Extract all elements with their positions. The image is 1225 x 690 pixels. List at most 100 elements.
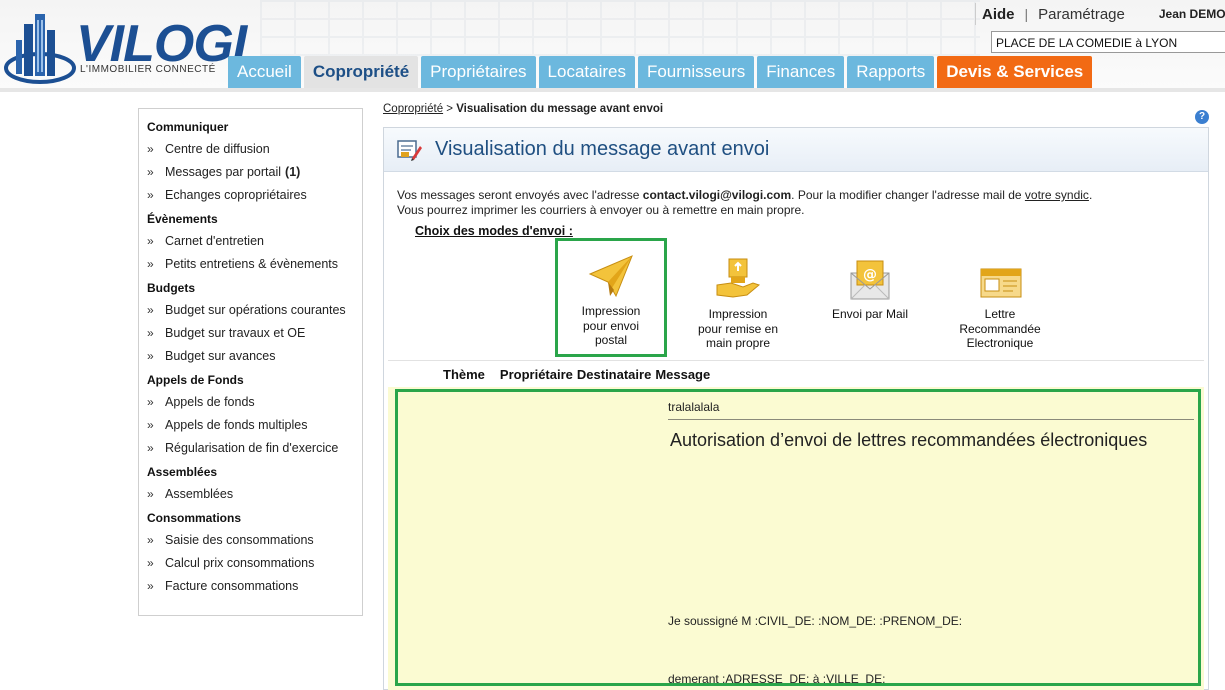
tab-proprietaires[interactable]: Propriétaires bbox=[421, 56, 536, 88]
sidebar-item-carnet-entretien[interactable]: » Carnet d'entretien bbox=[147, 234, 362, 257]
sidebar-item-regularisation[interactable]: » Régularisation de fin d'exercice bbox=[147, 441, 362, 464]
hand-delivery-icon bbox=[716, 258, 761, 298]
column-destinataire[interactable]: Destinataire bbox=[577, 367, 651, 382]
tab-devis-services[interactable]: Devis & Services bbox=[937, 56, 1093, 88]
mode-label-line: main propre bbox=[705, 336, 771, 350]
sidebar-item-saisie-consommations[interactable]: » Saisie des consommations bbox=[147, 533, 362, 556]
sidebar-section-appels-fonds: Appels de Fonds bbox=[147, 373, 244, 387]
sidebar-item-label: Appels de fonds bbox=[165, 395, 255, 409]
top-links-separator: | bbox=[1024, 6, 1029, 22]
sidebar-item-label: Centre de diffusion bbox=[165, 142, 270, 156]
logo-subtitle: L'IMMOBILIER CONNECTÉ bbox=[80, 64, 216, 75]
app-header: VILOGI L'IMMOBILIER CONNECTÉ Aide | Para… bbox=[0, 0, 1225, 92]
main-nav-tabs: Accueil Copropriété Propriétaires Locata… bbox=[228, 56, 1093, 88]
main-panel: Visualisation du message avant envoi Vos… bbox=[383, 127, 1209, 690]
sidebar-item-messages-portail[interactable]: » Messages par portail (1) bbox=[147, 165, 362, 188]
mode-envoi-mail[interactable]: @ Envoi par Mail bbox=[815, 255, 925, 322]
mode-impression-postal[interactable]: Impression pour envoi postal bbox=[555, 238, 667, 357]
sender-email: contact.vilogi@vilogi.com bbox=[642, 188, 792, 202]
tab-rapports[interactable]: Rapports bbox=[847, 56, 935, 88]
chevron-right-icon: » bbox=[147, 142, 154, 156]
sidebar-item-label: Régularisation de fin d'exercice bbox=[165, 441, 339, 455]
vilogi-logo[interactable]: VILOGI L'IMMOBILIER CONNECTÉ bbox=[4, 6, 264, 86]
mode-label-line: postal bbox=[594, 333, 628, 347]
chevron-right-icon: » bbox=[147, 556, 154, 570]
sidebar-item-label: Budget sur avances bbox=[165, 349, 276, 363]
sidebar-item-label: Facture consommations bbox=[165, 579, 299, 593]
sidebar-item-appels-fonds-multiples[interactable]: » Appels de fonds multiples bbox=[147, 418, 362, 441]
message-subject: tralalalala bbox=[668, 400, 720, 414]
message-preview-area: tralalalala Autorisation d’envoi de lett… bbox=[388, 387, 1204, 690]
column-message[interactable]: Message bbox=[655, 367, 710, 382]
intro-text-part: . Pour la modifier changer l'adresse mai… bbox=[791, 188, 1025, 202]
sidebar-section-consommations: Consommations bbox=[147, 511, 242, 525]
sidebar-item-budget-courantes[interactable]: » Budget sur opérations courantes bbox=[147, 303, 362, 326]
sidebar-item-centre-diffusion[interactable]: » Centre de diffusion bbox=[147, 142, 362, 165]
sidebar-item-label: Budget sur travaux et OE bbox=[165, 326, 306, 340]
panel-header: Visualisation du message avant envoi bbox=[384, 128, 1208, 172]
tab-locataires[interactable]: Locataires bbox=[538, 56, 635, 88]
user-name[interactable]: Jean DEMO bbox=[1159, 7, 1225, 21]
mode-label-line: Envoi par Mail bbox=[831, 307, 909, 321]
mode-label-line: pour remise en bbox=[697, 321, 779, 336]
chevron-right-icon: » bbox=[147, 395, 154, 409]
chevron-right-icon: » bbox=[147, 579, 154, 593]
mode-label-line: Impression bbox=[708, 307, 768, 321]
email-envelope-icon: @ bbox=[850, 260, 890, 300]
mode-label-line: Lettre bbox=[984, 307, 1016, 321]
mode-lettre-recommandee[interactable]: Lettre Recommandée Electronique bbox=[945, 255, 1055, 351]
sidebar-item-echanges[interactable]: » Echanges copropriétaires bbox=[147, 188, 362, 211]
tab-finances[interactable]: Finances bbox=[757, 56, 845, 88]
intro-text-part: . bbox=[1088, 188, 1093, 202]
sidebar-item-budget-travaux[interactable]: » Budget sur travaux et OE bbox=[147, 326, 362, 349]
sidebar-item-label: Messages par portail bbox=[165, 165, 282, 179]
column-proprietaire[interactable]: Propriétaire bbox=[500, 367, 573, 382]
sidebar-section-budgets: Budgets bbox=[147, 281, 195, 295]
tab-copropriete[interactable]: Copropriété bbox=[303, 56, 419, 88]
chevron-right-icon: » bbox=[147, 487, 154, 501]
sidebar-item-facture-consommations[interactable]: » Facture consommations bbox=[147, 579, 362, 602]
sidebar-item-calcul-prix[interactable]: » Calcul prix consommations bbox=[147, 556, 362, 579]
message-divider bbox=[668, 419, 1194, 420]
tab-accueil[interactable]: Accueil bbox=[228, 56, 301, 88]
sidebar-item-label: Saisie des consommations bbox=[165, 533, 314, 547]
sidebar-item-assemblees[interactable]: » Assemblées bbox=[147, 487, 362, 510]
votre-syndic-link[interactable]: votre syndic bbox=[1025, 188, 1089, 202]
message-count-badge: (1) bbox=[285, 165, 301, 179]
intro-text: Vos messages seront envoyés avec l'adres… bbox=[397, 188, 1092, 218]
message-title: Autorisation d’envoi de lettres recomman… bbox=[670, 430, 1148, 450]
chevron-right-icon: » bbox=[147, 165, 154, 179]
aide-link[interactable]: Aide bbox=[982, 6, 1015, 23]
sidebar: Communiquer » Centre de diffusion » Messag… bbox=[138, 108, 363, 616]
intro-text-line2: Vous pourrez imprimer les courriers à en… bbox=[397, 203, 805, 217]
building-selector[interactable]: PLACE DE LA COMEDIE à LYON bbox=[991, 31, 1225, 53]
sidebar-item-petits-entretiens[interactable]: » Petits entretiens & évènements bbox=[147, 257, 362, 280]
breadcrumb: Copropriété > Visualisation du message a… bbox=[383, 103, 663, 115]
column-theme[interactable]: Thème bbox=[443, 367, 485, 382]
message-preview-box: tralalalala Autorisation d’envoi de lett… bbox=[395, 389, 1201, 686]
chevron-right-icon: » bbox=[147, 326, 154, 340]
registered-letter-icon bbox=[980, 268, 1022, 298]
modes-title: Choix des modes d'envoi : bbox=[415, 224, 573, 238]
sidebar-section-communiquer: Communiquer bbox=[147, 120, 229, 134]
chevron-right-icon: » bbox=[147, 533, 154, 547]
message-body-line: Je soussigné M :CIVIL_DE: :NOM_DE: :PREN… bbox=[668, 614, 963, 628]
tab-fournisseurs[interactable]: Fournisseurs bbox=[637, 56, 755, 88]
sidebar-item-label: Assemblées bbox=[165, 487, 234, 501]
parametrage-link[interactable]: Paramétrage bbox=[1038, 6, 1125, 23]
help-icon[interactable]: ? bbox=[1195, 110, 1209, 124]
sidebar-item-budget-avances[interactable]: » Budget sur avances bbox=[147, 349, 362, 372]
mode-label-line: Electronique bbox=[966, 336, 1034, 350]
chevron-right-icon: » bbox=[147, 349, 154, 363]
chevron-right-icon: » bbox=[147, 234, 154, 248]
svg-text:@: @ bbox=[863, 267, 877, 283]
sidebar-item-appels-fonds[interactable]: » Appels de fonds bbox=[147, 395, 362, 418]
chevron-right-icon: » bbox=[147, 303, 154, 317]
mode-impression-main-propre[interactable]: Impression pour remise en main propre bbox=[683, 255, 793, 351]
chevron-right-icon: » bbox=[147, 418, 154, 432]
sidebar-item-label: Petits entretiens & évènements bbox=[165, 257, 339, 271]
breadcrumb-copropriete-link[interactable]: Copropriété bbox=[383, 103, 443, 115]
paper-plane-icon bbox=[588, 255, 633, 298]
chevron-right-icon: » bbox=[147, 188, 154, 202]
sidebar-section-assemblees: Assemblées bbox=[147, 465, 218, 479]
